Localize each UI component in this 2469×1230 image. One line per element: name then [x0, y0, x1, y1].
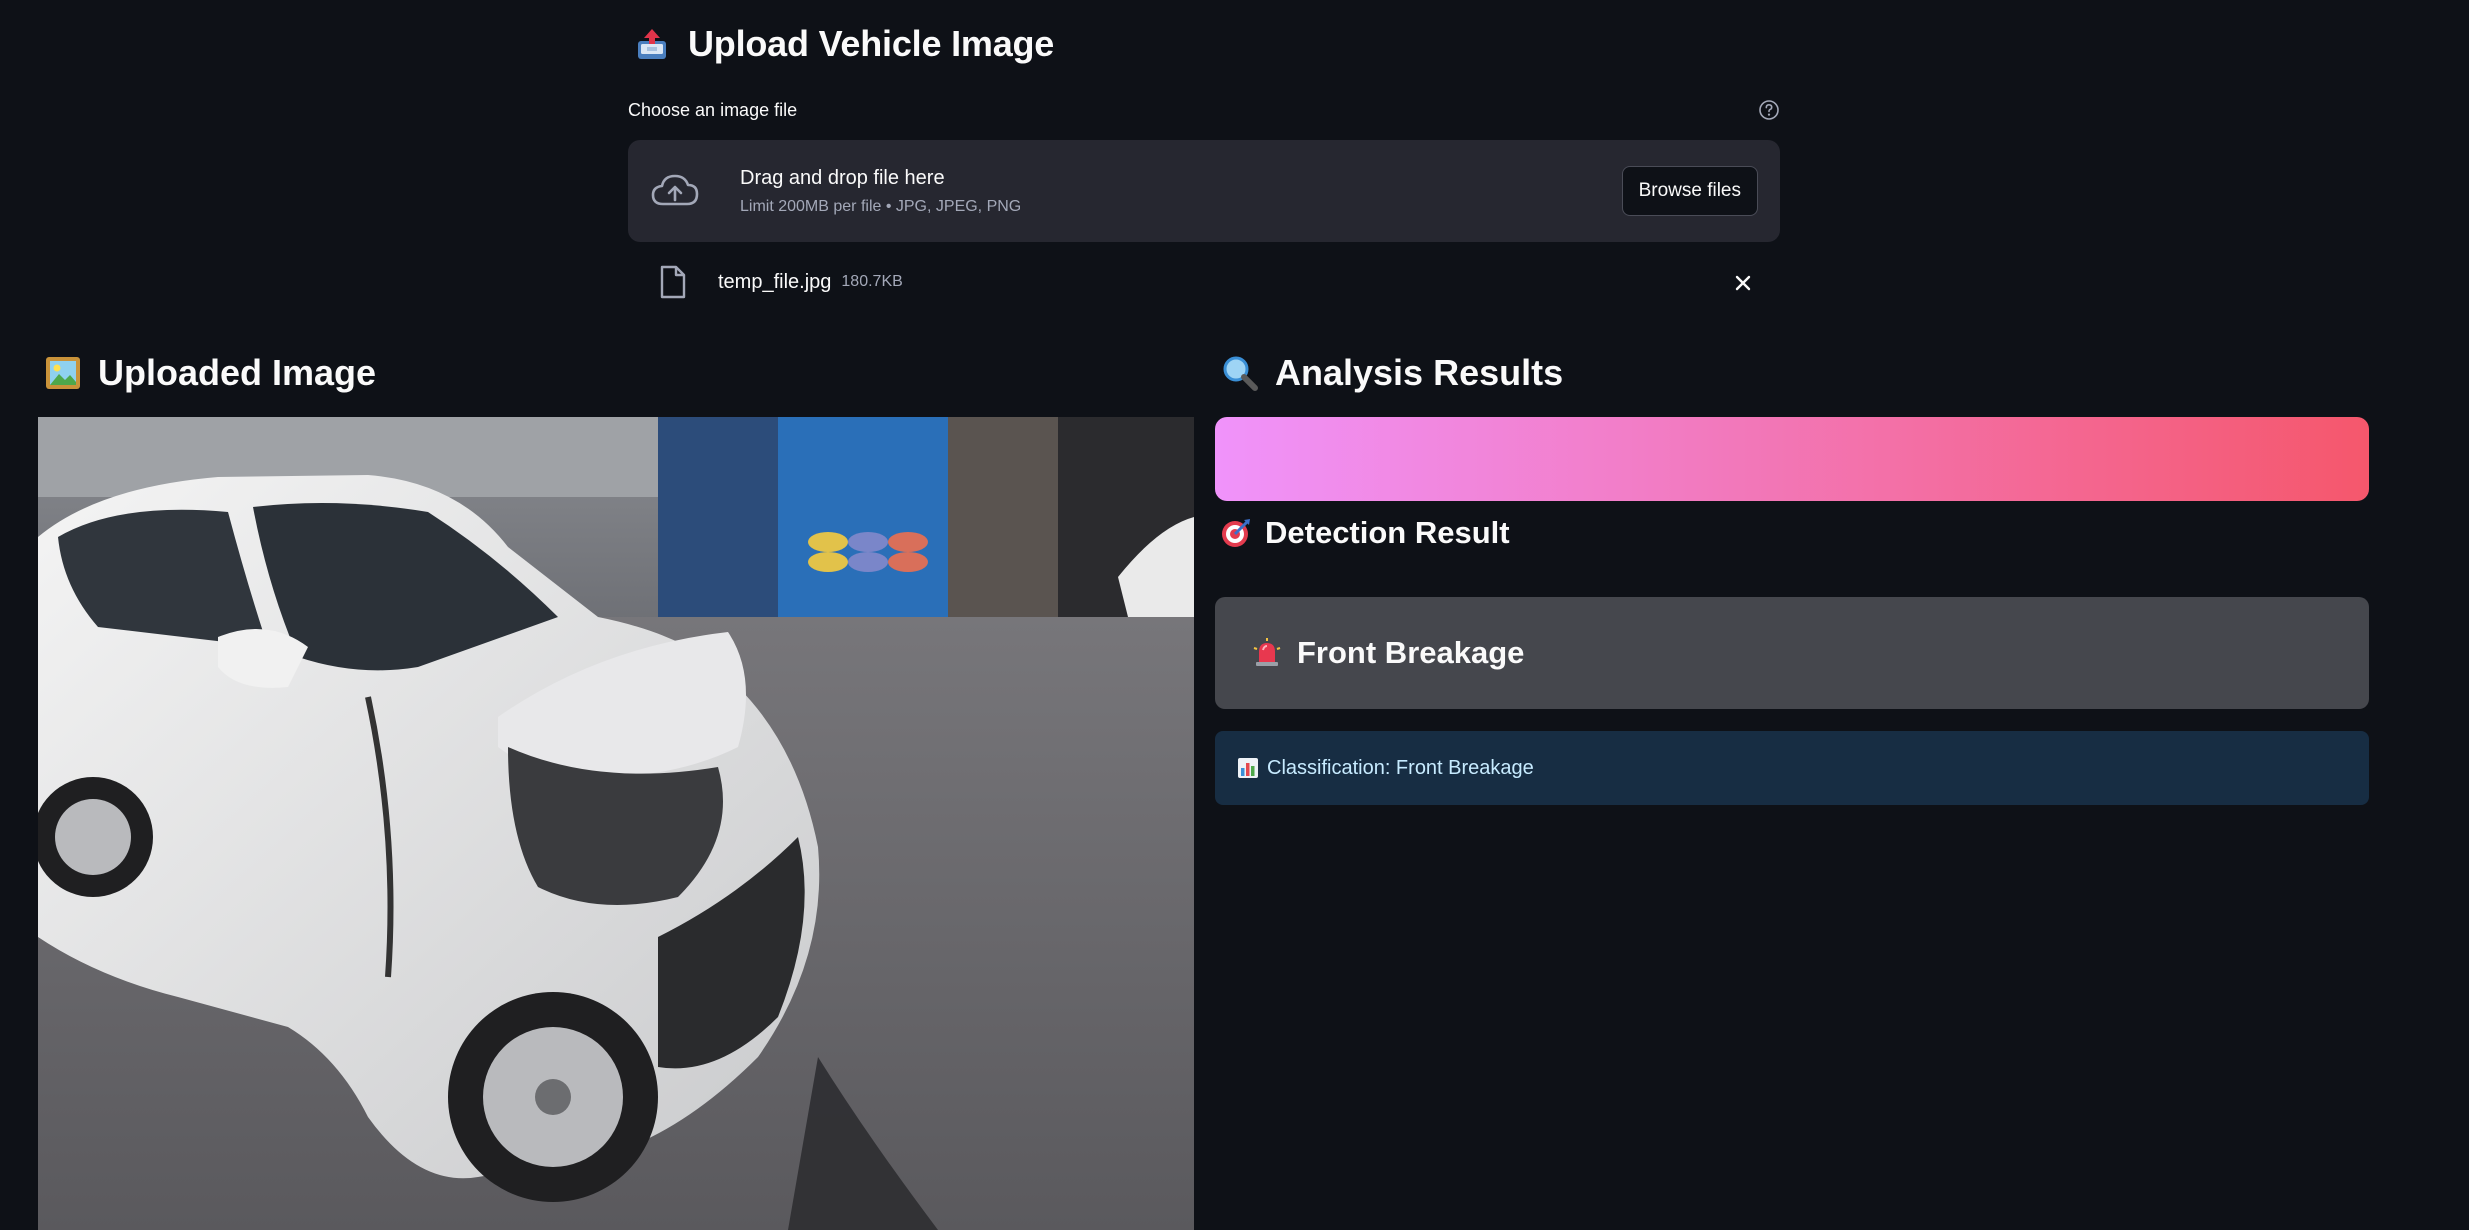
magnifying-glass-icon	[1221, 354, 1259, 392]
detection-result-label: Front Breakage	[1297, 635, 1525, 670]
dropzone-instructions: Drag and drop file here Limit 200MB per …	[740, 167, 1622, 216]
dropzone-subtitle: Limit 200MB per file • JPG, JPEG, PNG	[740, 197, 1022, 215]
analysis-results-column: Analysis Results Detection Result Front …	[1215, 346, 2369, 805]
framed-picture-icon	[44, 354, 82, 392]
detection-result-card: Front Breakage	[1215, 597, 2369, 709]
question-circle-icon[interactable]	[1758, 99, 1780, 121]
detection-result-heading: Detection Result	[1215, 510, 1510, 556]
app-page: Upload Vehicle Image Choose an image fil…	[0, 0, 2469, 1230]
analysis-results-heading-text: Analysis Results	[1275, 352, 1564, 393]
vehicle-image	[38, 417, 1194, 1230]
file-uploader-label-row: Choose an image file	[628, 98, 1780, 122]
uploaded-image-column: Uploaded Image	[38, 346, 1194, 1230]
close-icon[interactable]	[1730, 270, 1756, 296]
upload-section: Upload Vehicle Image Choose an image fil…	[628, 18, 1780, 304]
analysis-results-heading: Analysis Results	[1215, 346, 2369, 400]
classification-text: Classification: Front Breakage	[1267, 756, 1534, 779]
file-icon	[658, 264, 688, 300]
file-dropzone[interactable]: Drag and drop file here Limit 200MB per …	[628, 140, 1780, 242]
uploaded-file-size: 180.7KB	[841, 273, 903, 290]
classification-info-box: Classification: Front Breakage	[1215, 731, 2369, 805]
inbox-tray-icon	[634, 26, 670, 62]
dropzone-title: Drag and drop file here	[740, 166, 945, 189]
browse-files-button[interactable]: Browse files	[1621, 166, 1758, 216]
uploaded-image-heading-text: Uploaded Image	[98, 352, 377, 393]
bullseye-icon	[1219, 516, 1253, 550]
cloud-upload-icon	[650, 171, 700, 211]
file-uploader-label: Choose an image file	[628, 99, 798, 120]
upload-heading-text: Upload Vehicle Image	[688, 23, 1055, 64]
detection-result-heading-text: Detection Result	[1265, 515, 1510, 550]
bar-chart-icon	[1237, 757, 1259, 779]
uploaded-image-heading: Uploaded Image	[38, 346, 1194, 400]
analysis-progress-bar	[1215, 417, 2369, 501]
uploaded-file-name: temp_file.jpg	[718, 270, 832, 293]
upload-heading: Upload Vehicle Image	[628, 18, 1780, 70]
uploaded-file-row: temp_file.jpg 180.7KB	[628, 260, 1780, 304]
police-light-icon	[1251, 637, 1283, 669]
